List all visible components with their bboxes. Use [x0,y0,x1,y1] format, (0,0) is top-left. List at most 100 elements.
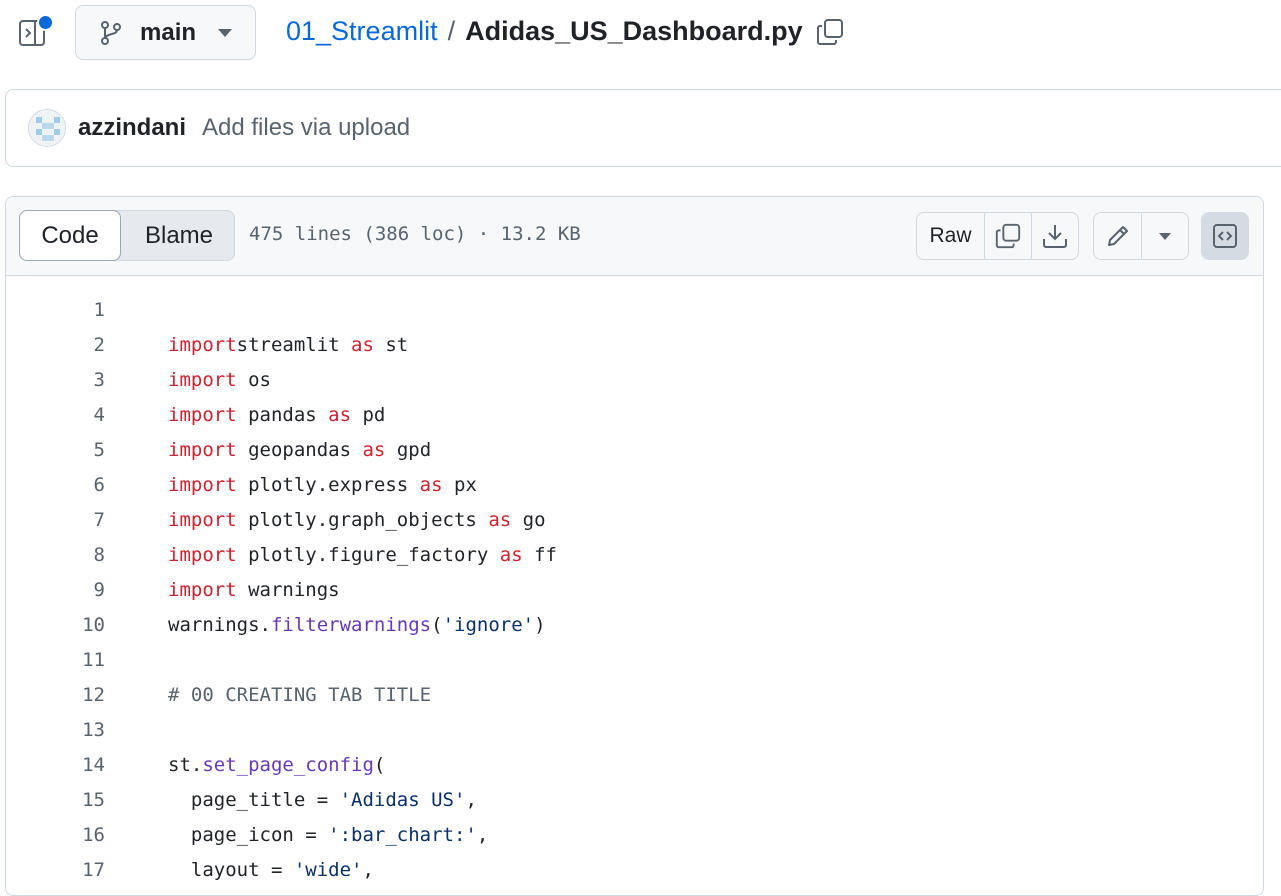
line-number[interactable]: 6 [94,468,105,503]
code-token: , [362,859,374,881]
code-token: # 00 CREATING TAB TITLE [168,684,432,706]
code-line: 2 importstreamlit as st [6,328,1263,363]
code-text: importstreamlit as st [168,328,408,363]
code-token: import [168,334,237,356]
code-token: 'Adidas US' [339,789,466,811]
edit-options-dropdown[interactable] [1142,213,1188,259]
code-text: warnings.filterwarnings('ignore') [168,608,546,643]
code-line: 3 import os [6,363,1263,398]
breadcrumb-file-name: Adidas_US_Dashboard.py [465,16,803,46]
line-number[interactable]: 13 [82,713,105,748]
copy-icon [995,223,1021,249]
file-header: Code Blame 475 lines (386 loc) · 13.2 KB… [6,197,1263,276]
code-square-icon [1213,224,1237,248]
identicon-icon [29,110,65,146]
line-number[interactable]: 16 [82,818,105,853]
branch-name: main [140,18,197,46]
code-token: pandas [236,404,329,426]
code-token: set_page_config [202,754,374,776]
branch-selector-button[interactable]: main [75,5,256,60]
raw-button[interactable]: Raw [917,213,985,259]
code-token: , [476,824,489,846]
code-text: import pandas as pd [168,398,385,433]
line-number[interactable]: 14 [82,748,105,783]
edit-actions-group [1093,212,1189,260]
code-line: 8 import plotly.figure_factory as ff [6,538,1263,573]
code-token: warnings [236,579,340,601]
copy-raw-button[interactable] [985,213,1032,259]
code-token: as [488,509,512,531]
line-number[interactable]: 2 [94,328,105,363]
code-token: gpd [385,439,432,461]
code-line: 11 [6,643,1263,678]
code-token: import [168,404,237,426]
code-token: plotly.figure_factory [236,544,500,566]
code-line: 5 import geopandas as gpd [6,433,1263,468]
code-token: page_icon = [168,824,329,846]
line-number[interactable]: 15 [82,783,105,818]
code-token: as [351,334,374,356]
commit-author-link[interactable]: azzindani [78,114,186,142]
line-number[interactable]: 7 [94,503,105,538]
code-token: 'ignore' [442,614,535,636]
code-line: 14 st.set_page_config( [6,748,1263,783]
code-token: ( [431,614,443,636]
code-token: plotly.graph_objects [236,509,489,531]
line-number[interactable]: 5 [94,433,105,468]
code-token: go [511,509,546,531]
chevron-down-icon [218,28,233,37]
line-number[interactable]: 10 [82,608,105,643]
line-number[interactable]: 9 [94,573,105,608]
code-token: page_title = [168,789,340,811]
code-text: import plotly.express as px [168,468,477,503]
avatar[interactable] [28,109,66,147]
line-number[interactable]: 11 [82,643,105,678]
latest-commit-bar: azzindani Add files via upload [5,89,1281,167]
code-token: streamlit [236,334,352,356]
code-token: import [168,544,237,566]
pencil-icon [1107,226,1128,246]
code-line: 9 import warnings [6,573,1263,608]
code-token: as [328,404,352,426]
line-number[interactable]: 12 [82,678,105,713]
code-text: import geopandas as gpd [168,433,431,468]
line-number[interactable]: 1 [94,293,105,328]
blame-view-button[interactable]: Blame [124,211,234,260]
code-token: import [168,579,237,601]
code-text: # 00 CREATING TAB TITLE [168,678,431,713]
code-text: import plotly.graph_objects as go [168,503,546,538]
code-token: import [168,439,237,461]
code-line: 10 warnings.filterwarnings('ignore') [6,608,1263,643]
git-branch-icon [101,20,121,45]
line-number[interactable]: 8 [94,538,105,573]
code-listing: 1 2 importstreamlit as st 3 import os 4 import… [6,293,1263,888]
line-number[interactable]: 3 [94,363,105,398]
code-token: ) [534,614,546,636]
chevron-down-icon [1159,232,1171,240]
code-text: layout = 'wide', [168,853,374,888]
edit-file-button[interactable] [1094,213,1142,259]
line-number[interactable]: 4 [94,398,105,433]
code-text: page_icon = ':bar_chart:', [168,818,488,853]
code-token: plotly.express [236,474,420,496]
code-token: as [419,474,443,496]
notification-dot [37,14,54,31]
code-token: pd [351,404,386,426]
breadcrumb-repo-link[interactable]: 01_Streamlit [286,16,438,47]
code-text: st.set_page_config( [168,748,385,783]
commit-message-link[interactable]: Add files via upload [202,114,410,142]
code-line: 1 [6,293,1263,328]
line-number[interactable]: 17 [82,853,105,888]
sidebar-toggle-button[interactable] [18,14,54,52]
code-token: warnings. [168,614,271,636]
code-token: geopandas [236,439,363,461]
code-view-button[interactable]: Code [19,210,121,261]
code-line: 17 layout = 'wide', [6,853,1263,888]
code-token: px [442,474,477,496]
code-token: , [465,789,477,811]
download-raw-button[interactable] [1032,213,1078,259]
symbols-panel-button[interactable] [1201,212,1249,260]
copy-path-icon[interactable] [815,17,845,47]
code-token: filterwarnings [270,614,432,636]
code-token: import [168,369,237,391]
